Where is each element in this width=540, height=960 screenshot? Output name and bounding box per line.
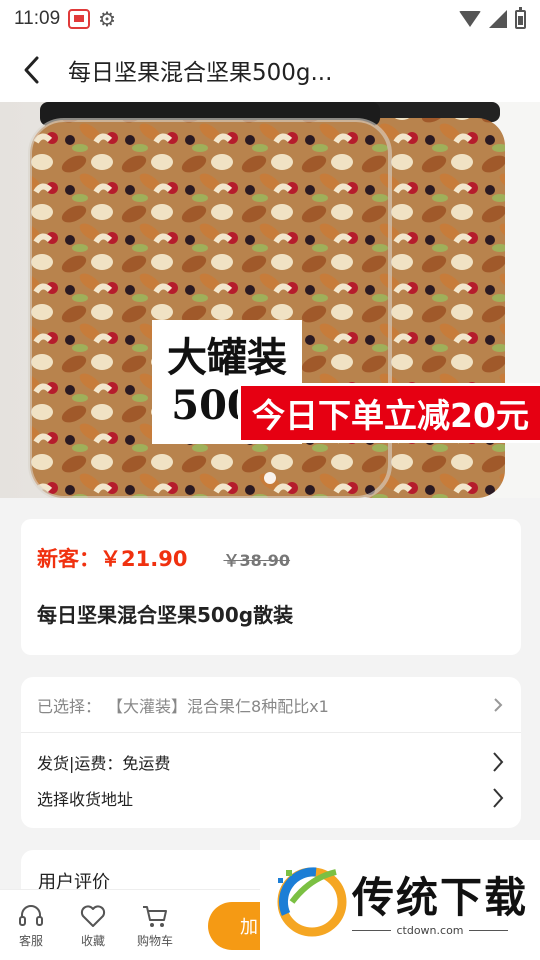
nav-bar: 每日坚果混合坚果500g... xyxy=(0,38,540,102)
price-row: 新客：￥21.90 ￥38.90 xyxy=(37,543,505,573)
status-indicators xyxy=(459,6,526,29)
headset-icon xyxy=(19,904,43,926)
wifi-icon xyxy=(459,11,481,27)
jar-label-line1: 大罐装 xyxy=(167,334,287,381)
tab-label: 客服 xyxy=(18,933,43,948)
product-image-carousel[interactable]: 大罐装 500g 今日下单立减20元 xyxy=(0,102,540,498)
promo-banner: 今日下单立减20元 xyxy=(238,383,540,443)
price-card: 新客：￥21.90 ￥38.90 每日坚果混合坚果500g散装 xyxy=(21,519,521,655)
shipping-row[interactable]: 发货|运费：免运费 xyxy=(21,741,521,783)
tab-favorite[interactable]: 收藏 xyxy=(62,902,124,949)
page-title: 每日坚果混合坚果500g... xyxy=(68,60,333,86)
spec-selector-label: 已选择： xyxy=(37,696,102,716)
cell-signal-icon xyxy=(489,10,507,28)
chevron-left-icon xyxy=(24,56,39,84)
watermark-url: ctdown.com xyxy=(352,924,508,937)
tab-label: 收藏 xyxy=(80,933,105,948)
status-bar: 11:09 ⚙ xyxy=(0,0,540,38)
watermark-url-text: ctdown.com xyxy=(396,924,464,937)
address-row[interactable]: 选择收货地址 xyxy=(21,783,521,813)
spec-selector[interactable]: 已选择： 【大灌装】混合果仁8种配比x1 xyxy=(21,677,521,733)
new-customer-price: 新客：￥21.90 xyxy=(37,547,188,571)
cart-icon xyxy=(143,905,167,927)
chevron-right-icon xyxy=(494,697,503,712)
back-button[interactable] xyxy=(0,38,64,102)
spec-selector-value: 【大灌装】混合果仁8种配比x1 xyxy=(107,696,329,716)
shipping-label: 发货|运费：免运费 xyxy=(37,754,171,773)
battery-icon xyxy=(515,6,526,29)
site-watermark: 传统下载 ctdown.com xyxy=(260,840,540,960)
notification-app-icon xyxy=(68,9,91,29)
settings-gear-icon: ⚙ xyxy=(98,7,117,31)
heart-icon xyxy=(80,904,106,927)
product-name: 每日坚果混合坚果500g散装 xyxy=(37,603,294,627)
address-label: 选择收货地址 xyxy=(37,790,134,809)
chevron-right-icon xyxy=(493,752,504,772)
tab-customer-service[interactable]: 客服 xyxy=(0,902,62,949)
tab-label: 购物车 xyxy=(136,933,173,948)
tab-cart[interactable]: 购物车 xyxy=(124,902,186,949)
chevron-right-icon xyxy=(493,788,504,808)
carousel-indicator-dot xyxy=(264,472,276,484)
watermark-logo-icon xyxy=(277,867,347,937)
original-price: ￥38.90 xyxy=(223,551,291,570)
options-card: 已选择： 【大灌装】混合果仁8种配比x1 发货|运费：免运费 选择收货地址 xyxy=(21,677,521,828)
watermark-name: 传统下载 xyxy=(352,873,529,922)
status-time: 11:09 xyxy=(14,8,61,29)
